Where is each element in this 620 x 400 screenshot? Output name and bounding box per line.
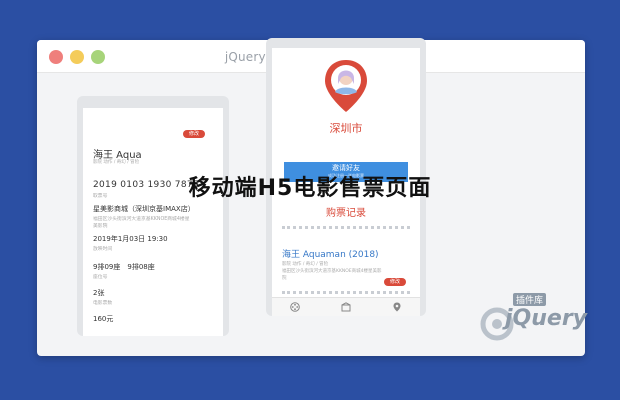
- edit-badge[interactable]: 修改: [183, 130, 206, 138]
- ticket-count-label: 电影票数: [93, 301, 113, 306]
- city-name: 深圳市: [329, 122, 363, 135]
- showtime-label: 放映时间: [93, 247, 113, 252]
- cinema-address: 福田区沙头街滨河大道京基KKNOE商城4楼星: [93, 217, 190, 222]
- watermark-label: 插件库: [513, 293, 547, 306]
- record-address: 福田区沙头街滨河大道京基KKNOE商城4楼星美影: [282, 269, 382, 274]
- divider-bottom: [282, 291, 410, 294]
- record-address-line2: 院: [282, 276, 287, 281]
- purchase-records-title: 购票记录: [326, 208, 366, 219]
- location-avatar-icon: [325, 60, 367, 112]
- seat-numbers: 9排09座 9排08座: [93, 263, 155, 271]
- watermark-text: jQuery: [505, 306, 588, 331]
- ticket-detail-screen: 修改 海王 Aqua 影院 动作 / 奇幻 / 冒险 2019 0103 193…: [83, 108, 223, 336]
- cinema-address-line2: 美影院: [93, 224, 108, 229]
- ticket-detail-phone: 修改 海王 Aqua 影院 动作 / 奇幻 / 冒险 2019 0103 193…: [77, 96, 229, 336]
- cinema-icon[interactable]: [341, 302, 351, 312]
- film-reel-icon[interactable]: [290, 302, 300, 312]
- ticket-count: 2张: [93, 289, 105, 297]
- cinema-name: 星美影商城（深圳京基IMAX店）: [93, 205, 195, 213]
- seat-label: 座位号: [93, 275, 108, 280]
- record-edit-badge[interactable]: 修改: [384, 278, 407, 286]
- record-movie-meta: 影院 动作 / 奇幻 / 冒险: [282, 262, 329, 267]
- bottom-tab-bar: [272, 297, 420, 316]
- location-icon[interactable]: [392, 302, 402, 312]
- movie-meta: 影院 动作 / 奇幻 / 冒险: [93, 160, 140, 165]
- page-headline: 移动端H5电影售票页面: [188, 176, 432, 201]
- record-movie-title[interactable]: 海王 Aquaman (2018): [282, 247, 379, 260]
- showtime: 2019年1月03日 19:30: [93, 235, 168, 243]
- divider: [282, 226, 410, 229]
- total-price: 160元: [93, 315, 114, 323]
